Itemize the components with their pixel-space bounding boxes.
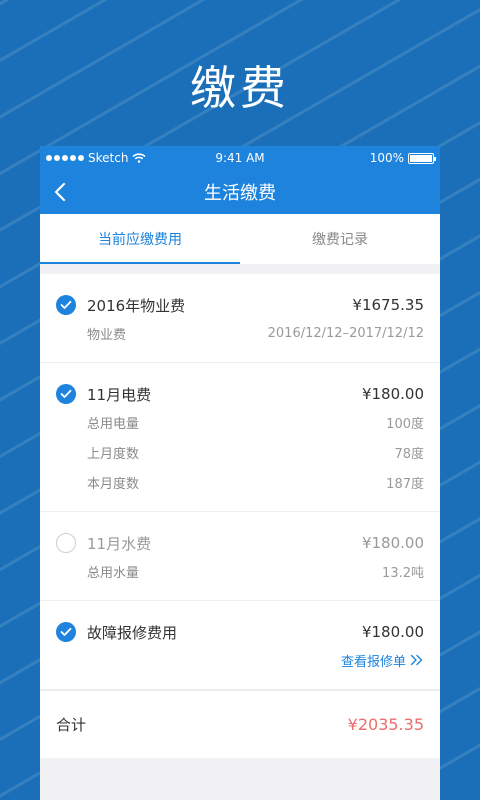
- bill-name: 2016年物业费: [87, 296, 186, 315]
- bill-name: 故障报修费用: [87, 623, 178, 642]
- check-icon: [60, 300, 72, 309]
- bill-detail-row: 物业费 2016/12/12–2017/12/12: [56, 318, 424, 348]
- signal-icon: [46, 155, 84, 161]
- detail-label: 物业费: [87, 327, 127, 343]
- check-icon: [60, 627, 72, 636]
- bill-item-property: 2016年物业费 ¥1675.35 物业费 2016/12/12–2017/12…: [40, 274, 440, 363]
- bill-amount: ¥180.00: [361, 534, 424, 552]
- detail-label: 总用水量: [87, 565, 140, 581]
- total-label: 合计: [56, 716, 87, 734]
- tab-bar: 当前应缴费用 缴费记录: [40, 214, 440, 264]
- detail-label: 总用电量: [87, 416, 140, 432]
- bill-detail-row: 总用水量 13.2吨: [56, 556, 424, 586]
- bill-detail-row: 总用电量 100度: [56, 407, 424, 437]
- bill-header[interactable]: 2016年物业费 ¥1675.35: [56, 292, 424, 318]
- status-bar: Sketch 9:41 AM 100%: [40, 146, 440, 170]
- detail-value: 2016/12/12–2017/12/12: [267, 325, 424, 341]
- double-chevron-right-icon: [410, 654, 424, 666]
- bill-list: 2016年物业费 ¥1675.35 物业费 2016/12/12–2017/12…: [40, 274, 440, 690]
- total-value: ¥2035.35: [347, 715, 424, 734]
- detail-value: 187度: [386, 476, 424, 492]
- bill-name: 11月电费: [87, 385, 152, 404]
- view-repair-order-link[interactable]: 查看报修单: [56, 645, 424, 675]
- bill-header[interactable]: 11月水费 ¥180.00: [56, 530, 424, 556]
- status-left: Sketch: [46, 151, 146, 165]
- bill-amount: ¥180.00: [361, 623, 424, 641]
- page-title: 缴费: [190, 61, 290, 115]
- back-button[interactable]: [54, 180, 76, 204]
- check-icon: [60, 389, 72, 398]
- checkbox-checked[interactable]: [56, 384, 76, 404]
- tab-current-fees[interactable]: 当前应缴费用: [40, 214, 240, 264]
- wifi-icon: [132, 153, 146, 163]
- bill-amount: ¥180.00: [361, 385, 424, 403]
- detail-value: 13.2吨: [382, 565, 424, 581]
- checkbox-checked[interactable]: [56, 295, 76, 315]
- checkbox-unchecked[interactable]: [56, 533, 76, 553]
- status-right: 100%: [369, 151, 436, 165]
- bill-detail-row: 上月度数 78度: [56, 437, 424, 467]
- bill-header[interactable]: 11月电费 ¥180.00: [56, 381, 424, 407]
- bill-item-repair: 故障报修费用 ¥180.00 查看报修单: [40, 601, 440, 690]
- checkbox-checked[interactable]: [56, 622, 76, 642]
- bill-name: 11月水费: [87, 534, 152, 553]
- detail-label: 本月度数: [87, 476, 140, 492]
- tab-payment-records[interactable]: 缴费记录: [240, 214, 440, 264]
- bill-item-water: 11月水费 ¥180.00 总用水量 13.2吨: [40, 512, 440, 601]
- carrier-label: Sketch: [88, 151, 129, 165]
- battery-percent: 100%: [369, 151, 404, 165]
- total-row: 合计 ¥2035.35: [40, 690, 440, 758]
- nav-title: 生活缴费: [204, 183, 276, 204]
- nav-bar: 生活缴费: [40, 170, 440, 214]
- bill-item-electricity: 11月电费 ¥180.00 总用电量 100度 上月度数 78度 本月度数 18…: [40, 363, 440, 512]
- battery-icon: [408, 152, 436, 164]
- detail-label: 上月度数: [87, 446, 140, 462]
- chevron-left-icon: [54, 182, 66, 202]
- section-gap: [40, 264, 440, 274]
- detail-value: 78度: [394, 446, 424, 462]
- link-label: 查看报修单: [340, 654, 406, 670]
- phone-screen: Sketch 9:41 AM 100% 生活缴费 当前应缴费用 缴费记录 201…: [40, 146, 440, 800]
- detail-value: 100度: [386, 416, 424, 432]
- bill-header[interactable]: 故障报修费用 ¥180.00: [56, 619, 424, 645]
- bill-detail-row: 本月度数 187度: [56, 467, 424, 497]
- bill-amount: ¥1675.35: [352, 296, 424, 314]
